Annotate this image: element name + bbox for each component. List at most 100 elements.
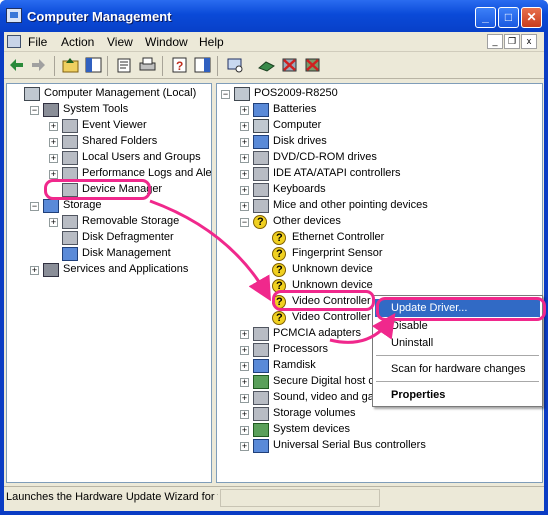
device-tree-label[interactable]: Sound, video and ga [272,390,375,405]
console-tree-row[interactable]: − System Tools [7,102,211,118]
device-tree-label[interactable]: Universal Serial Bus controllers [272,438,427,453]
menu-window[interactable]: Window [145,35,188,49]
device-tree-label[interactable]: Processors [272,342,329,357]
console-tree-label[interactable]: Storage [62,198,103,213]
device-tree-label[interactable]: System devices [272,422,351,437]
console-tree-label[interactable]: Removable Storage [81,214,180,229]
minimize-button[interactable]: _ [475,7,496,28]
device-tree-row[interactable]: − Other devices [217,214,542,230]
device-tree-row[interactable]: Unknown device [217,278,542,294]
device-tree-label[interactable]: Keyboards [272,182,327,197]
expand-icon[interactable]: + [240,106,249,115]
title-bar[interactable]: Computer Management _ □ ✕ [0,0,548,32]
menu-help[interactable]: Help [199,35,224,49]
scan-hardware-icon[interactable] [226,56,245,74]
device-tree-row[interactable]: + Universal Serial Bus controllers [217,438,542,454]
forward-icon[interactable] [29,56,48,74]
expand-icon[interactable]: + [240,346,249,355]
menu-view[interactable]: View [107,35,133,49]
expand-icon[interactable]: + [240,122,249,131]
expand-icon[interactable]: + [240,442,249,451]
device-tree-label[interactable]: Secure Digital host c [272,374,375,389]
device-tree-label[interactable]: DVD/CD-ROM drives [272,150,378,165]
mdi-close-button[interactable]: x [521,34,537,49]
expand-icon[interactable]: + [49,122,58,131]
device-tree-row[interactable]: + DVD/CD-ROM drives [217,150,542,166]
expand-icon[interactable]: + [240,426,249,435]
up-one-level-icon[interactable] [61,56,80,74]
expand-icon[interactable]: + [49,154,58,163]
mmc-document-icon[interactable] [7,35,21,48]
collapse-icon[interactable]: − [240,218,249,227]
console-tree-label[interactable]: Disk Defragmenter [81,230,175,245]
expand-icon[interactable]: + [49,138,58,147]
device-tree-row[interactable]: Unknown device [217,262,542,278]
expand-icon[interactable]: + [240,410,249,419]
expand-icon[interactable]: + [49,170,58,179]
expand-icon[interactable]: + [240,138,249,147]
device-tree-label[interactable]: Video Controller [291,310,372,325]
device-tree-label[interactable]: Fingerprint Sensor [291,246,384,261]
console-tree-row[interactable]: − Storage [7,198,211,214]
device-tree-label[interactable]: Ethernet Controller [291,230,385,245]
device-tree-label[interactable]: PCMCIA adapters [272,326,362,341]
console-tree-row[interactable]: Disk Management [7,246,211,262]
device-tree-label[interactable]: Disk drives [272,134,328,149]
device-tree-label[interactable]: Storage volumes [272,406,357,421]
print-icon[interactable] [138,56,157,74]
back-icon[interactable] [7,56,26,74]
console-tree-row[interactable]: Disk Defragmenter [7,230,211,246]
expand-icon[interactable]: + [240,170,249,179]
console-tree-row[interactable]: + Removable Storage [7,214,211,230]
console-tree-label[interactable]: Local Users and Groups [81,150,202,165]
disable-device-icon[interactable] [303,56,322,74]
device-tree-label[interactable]: POS2009-R8250 [253,86,339,101]
console-tree-label[interactable]: Disk Management [81,246,172,261]
console-tree-row[interactable]: + Services and Applications [7,262,211,278]
console-tree-label[interactable]: System Tools [62,102,129,117]
device-tree-row[interactable]: + Batteries [217,102,542,118]
mdi-restore-button[interactable]: ❐ [504,34,520,49]
mdi-minimize-button[interactable]: _ [487,34,503,49]
device-tree-row[interactable]: + Computer [217,118,542,134]
device-tree-label[interactable]: Computer [272,118,322,133]
console-tree-label[interactable]: Services and Applications [62,262,189,277]
context-properties[interactable]: Properties [375,386,540,404]
device-tree-label[interactable]: Mice and other pointing devices [272,198,429,213]
console-tree-row[interactable]: + Event Viewer [7,118,211,134]
device-tree-row[interactable]: + IDE ATA/ATAPI controllers [217,166,542,182]
collapse-icon[interactable]: − [30,106,39,115]
maximize-button[interactable]: □ [498,7,519,28]
help-icon[interactable]: ? [170,56,189,74]
expand-icon[interactable]: + [240,362,249,371]
menu-action[interactable]: Action [61,35,94,49]
device-tree-label[interactable]: IDE ATA/ATAPI controllers [272,166,402,181]
show-hide-action-pane-icon[interactable] [193,56,212,74]
update-driver-icon[interactable] [257,56,276,74]
device-tree-row[interactable]: Fingerprint Sensor [217,246,542,262]
device-tree-label[interactable]: Other devices [272,214,342,229]
expand-icon[interactable]: + [30,266,39,275]
expand-icon[interactable]: + [240,330,249,339]
console-tree-label[interactable]: Computer Management (Local) [43,86,197,101]
device-tree-row[interactable]: + Storage volumes [217,406,542,422]
collapse-icon[interactable]: − [30,202,39,211]
menu-file[interactable]: File [28,35,47,49]
collapse-icon[interactable]: − [221,90,230,99]
expand-icon[interactable]: + [240,394,249,403]
device-tree-row[interactable]: + Keyboards [217,182,542,198]
device-tree-row[interactable]: + Mice and other pointing devices [217,198,542,214]
console-tree-row[interactable]: + Shared Folders [7,134,211,150]
console-tree-row[interactable]: Computer Management (Local) [7,86,211,102]
console-tree-label[interactable]: Event Viewer [81,118,148,133]
device-tree-label[interactable]: Batteries [272,102,317,117]
expand-icon[interactable]: + [240,378,249,387]
uninstall-icon[interactable] [280,56,299,74]
context-uninstall[interactable]: Uninstall [375,334,540,352]
expand-icon[interactable]: + [240,154,249,163]
expand-icon[interactable]: + [240,186,249,195]
device-tree-row[interactable]: − POS2009-R8250 [217,86,542,102]
device-tree-row[interactable]: + System devices [217,422,542,438]
device-tree-row[interactable]: Ethernet Controller [217,230,542,246]
console-tree-label[interactable]: Shared Folders [81,134,158,149]
